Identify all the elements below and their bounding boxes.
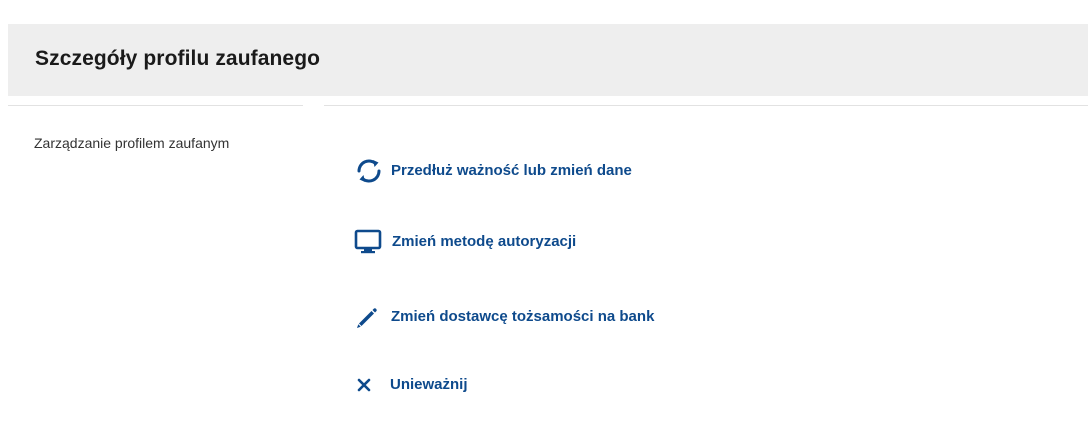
revoke-label: Unieważnij xyxy=(390,376,468,393)
content-divider xyxy=(324,105,1088,106)
monitor-icon xyxy=(354,229,384,255)
refresh-icon xyxy=(353,155,385,187)
extend-validity-link[interactable]: Przedłuż ważność lub zmień dane xyxy=(354,155,632,187)
change-identity-provider-link[interactable]: Zmień dostawcę tożsamości na bank xyxy=(354,304,654,330)
profile-details-page: Szczegóły profilu zaufanego Zarządzanie … xyxy=(0,0,1088,443)
change-authorization-method-link[interactable]: Zmień metodę autoryzacji xyxy=(354,229,576,255)
sidebar-section-label: Zarządzanie profilem zaufanym xyxy=(34,135,230,151)
change-identity-provider-label: Zmień dostawcę tożsamości na bank xyxy=(391,308,655,325)
sidebar-divider xyxy=(8,105,303,106)
page-header: Szczegóły profilu zaufanego xyxy=(8,24,1088,96)
page-title: Szczegóły profilu zaufanego xyxy=(35,47,321,70)
extend-validity-label: Przedłuż ważność lub zmień dane xyxy=(391,162,632,179)
close-icon xyxy=(354,372,374,398)
pencil-icon xyxy=(354,304,378,330)
change-authorization-method-label: Zmień metodę autoryzacji xyxy=(392,233,577,250)
revoke-link[interactable]: Unieważnij xyxy=(354,372,468,398)
